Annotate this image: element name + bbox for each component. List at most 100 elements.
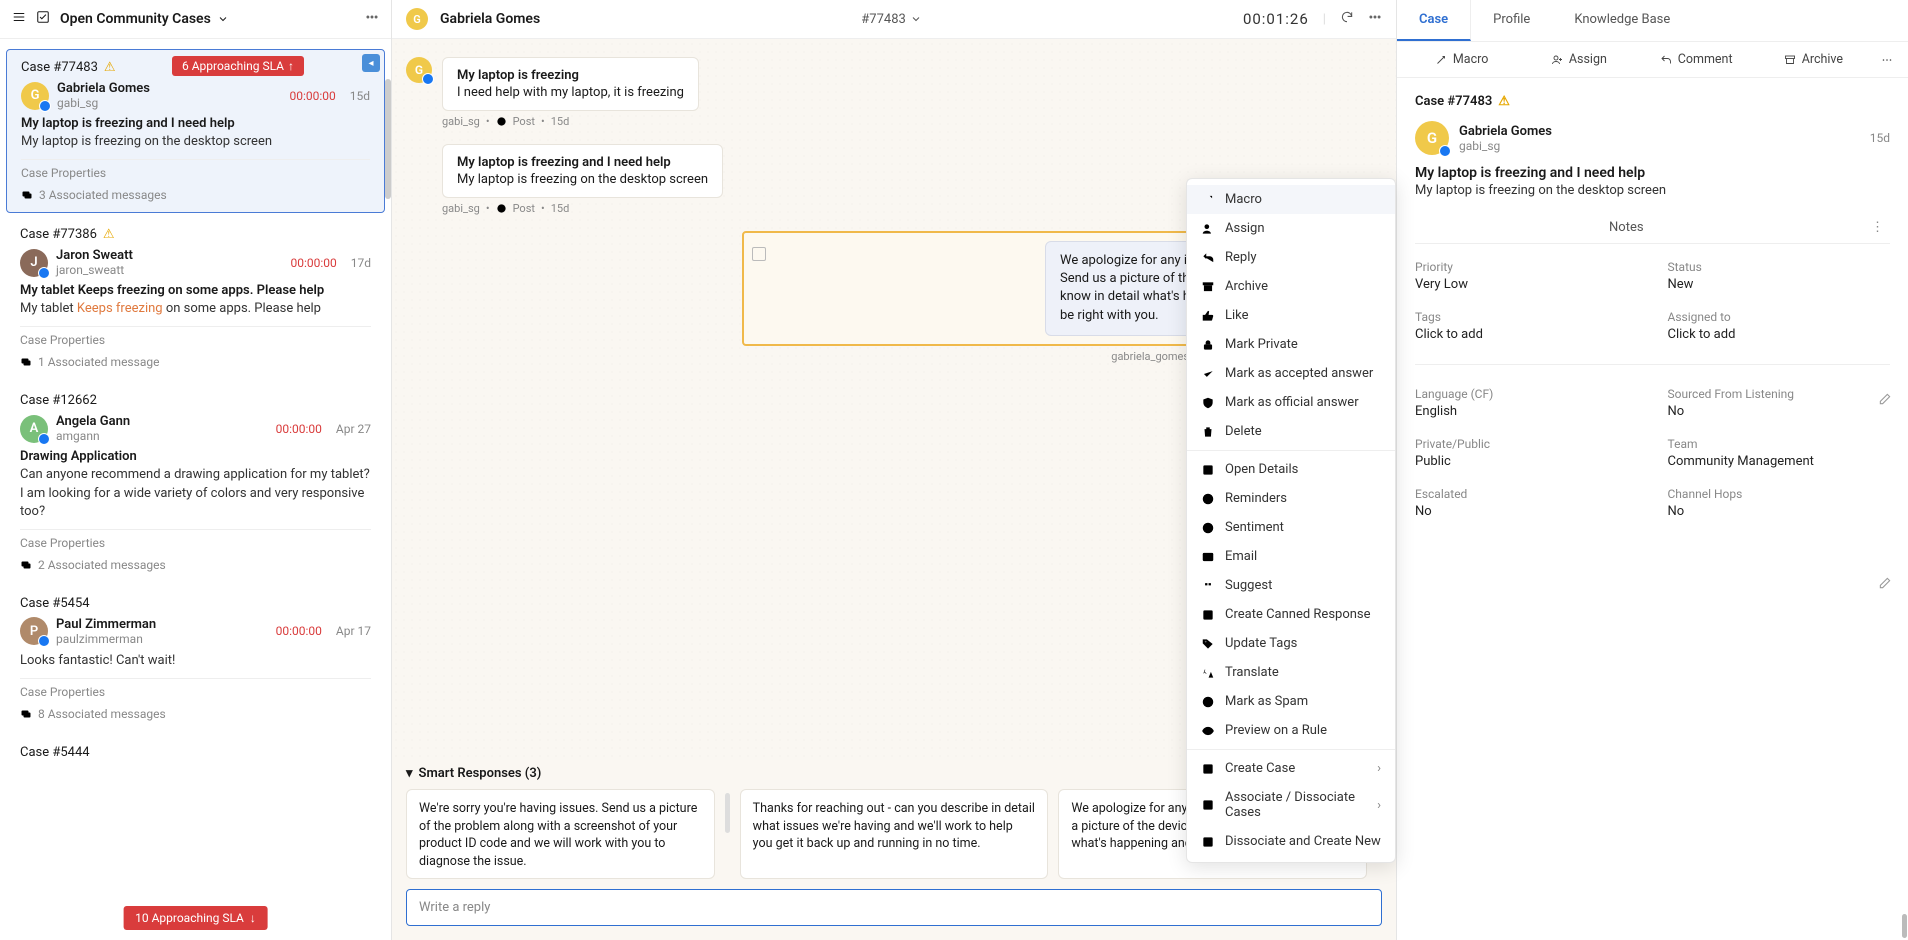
action-archive[interactable]: Archive — [1755, 42, 1872, 77]
case-list[interactable]: Case #77483 ⚠ 6 Approaching SLA ↑ ◂ G Ga… — [0, 39, 391, 940]
menu-item-email[interactable]: Email — [1187, 542, 1395, 571]
prop-assigned-to[interactable]: Assigned toClick to add — [1668, 310, 1891, 342]
note-icon — [1201, 608, 1215, 622]
case-id: Case #12662 — [20, 393, 97, 408]
post-bubble[interactable]: My laptop is freezing I need help with m… — [442, 57, 699, 111]
menu-item-translate[interactable]: Translate — [1187, 658, 1395, 687]
associated-messages[interactable]: 8 Associated messages — [20, 707, 371, 721]
collapse-icon[interactable]: ◂ — [362, 54, 380, 72]
tab-case[interactable]: Case — [1397, 0, 1471, 41]
tab-profile[interactable]: Profile — [1471, 0, 1552, 41]
trash-icon — [1201, 425, 1215, 439]
menu-item-suggest[interactable]: Suggest — [1187, 571, 1395, 600]
reply-input[interactable]: Write a reply — [406, 889, 1382, 926]
checkbox-icon[interactable] — [36, 10, 50, 28]
edit-icon[interactable] — [1878, 392, 1892, 410]
menu-item-associate-cases[interactable]: Associate / Dissociate Cases› — [1187, 783, 1395, 827]
more-icon[interactable] — [1368, 10, 1382, 28]
case-properties-label[interactable]: Case Properties — [20, 678, 371, 703]
menu-item-preview-rule[interactable]: Preview on a Rule — [1187, 716, 1395, 745]
reply-checkbox[interactable] — [752, 247, 766, 261]
case-id-dropdown[interactable]: #77483 — [861, 12, 922, 27]
menu-item-like[interactable]: Like — [1187, 301, 1395, 330]
avatar: G — [406, 57, 432, 83]
edit-icon[interactable] — [1878, 576, 1892, 594]
queue-title[interactable]: Open Community Cases — [60, 11, 355, 27]
prop-channel-hops[interactable]: Channel HopsNo — [1668, 487, 1891, 519]
case-properties-label[interactable]: Case Properties — [20, 326, 371, 351]
wand-icon — [1201, 193, 1215, 207]
smart-response-card[interactable]: Thanks for reaching out - can you descri… — [740, 789, 1049, 879]
menu-item-dissociate-new[interactable]: Dissociate and Create New — [1187, 827, 1395, 856]
case-title: My laptop is freezing and I need help — [21, 116, 370, 131]
scrollbar[interactable] — [385, 79, 391, 199]
sub-tabs-more-icon[interactable]: ⋮ — [1865, 214, 1890, 241]
tag-icon — [1201, 637, 1215, 651]
associated-messages[interactable]: 3 Associated messages — [21, 188, 370, 202]
scrollbar[interactable] — [725, 793, 730, 833]
case-title: Drawing Application — [20, 449, 371, 464]
case-body: Can anyone recommend a drawing applicati… — [20, 466, 371, 521]
associated-messages[interactable]: 2 Associated messages — [20, 558, 371, 572]
avatar: G — [21, 82, 49, 110]
arrow-down-icon: ↓ — [250, 911, 256, 925]
action-macro[interactable]: Macro — [1403, 42, 1520, 77]
more-icon — [1881, 54, 1893, 66]
tab-knowledge-base[interactable]: Knowledge Base — [1552, 0, 1692, 41]
warning-icon: ⚠ — [1498, 94, 1510, 109]
case-card[interactable]: Case #77386 ⚠ J Jaron Sweatt jaron_sweat… — [6, 217, 385, 379]
menu-item-open-details[interactable]: Open Details — [1187, 455, 1395, 484]
sla-badge[interactable]: 6 Approaching SLA ↑ — [172, 56, 304, 76]
sub-tab-notes[interactable]: Notes — [1595, 212, 1658, 243]
more-icon[interactable] — [365, 10, 379, 28]
smart-response-card[interactable]: We're sorry you're having issues. Send u… — [406, 789, 715, 879]
menu-item-create-case[interactable]: Create Case› — [1187, 754, 1395, 783]
prop-tags[interactable]: TagsClick to add — [1415, 310, 1638, 342]
menu-item-canned-response[interactable]: Create Canned Response — [1187, 600, 1395, 629]
prop-status[interactable]: StatusNew — [1668, 260, 1891, 292]
prop-private-public[interactable]: Private/PublicPublic — [1415, 437, 1638, 469]
menu-item-assign[interactable]: Assign — [1187, 214, 1395, 243]
menu-item-mark-spam[interactable]: Mark as Spam — [1187, 687, 1395, 716]
menu-item-reminders[interactable]: Reminders — [1187, 484, 1395, 513]
comment-icon — [1660, 54, 1672, 66]
case-card[interactable]: Case #5444 — [6, 735, 385, 776]
post-meta: gabi_sg • Post • 15d — [442, 202, 723, 215]
prop-language[interactable]: Language (CF)English — [1415, 387, 1638, 419]
refresh-icon[interactable] — [1340, 10, 1354, 28]
globe-icon — [496, 116, 507, 127]
menu-item-archive[interactable]: Archive — [1187, 272, 1395, 301]
hamburger-icon[interactable] — [12, 10, 26, 28]
link-icon — [1201, 798, 1215, 812]
case-properties-label[interactable]: Case Properties — [20, 529, 371, 554]
menu-item-accepted-answer[interactable]: Mark as accepted answer — [1187, 359, 1395, 388]
avatar: G — [1415, 121, 1449, 155]
prop-priority[interactable]: PriorityVery Low — [1415, 260, 1638, 292]
case-card[interactable]: Case #12662 A Angela Gann amgann 00:00:0… — [6, 383, 385, 582]
menu-item-mark-private[interactable]: Mark Private — [1187, 330, 1395, 359]
contact-name[interactable]: Gabriela Gomes — [440, 11, 540, 27]
menu-item-sentiment[interactable]: Sentiment — [1187, 513, 1395, 542]
action-assign[interactable]: Assign — [1520, 42, 1637, 77]
case-description: My laptop is freezing on the desktop scr… — [1415, 183, 1890, 198]
associated-messages[interactable]: 1 Associated message — [20, 355, 371, 369]
action-comment[interactable]: Comment — [1638, 42, 1755, 77]
menu-item-macro[interactable]: Macro — [1187, 185, 1395, 214]
case-card[interactable]: Case #5454 P Paul Zimmerman paulzimmerma… — [6, 586, 385, 731]
conversation-header: G Gabriela Gomes #77483 00:01:26 | — [392, 0, 1396, 39]
globe-icon — [496, 203, 507, 214]
case-card[interactable]: Case #77483 ⚠ 6 Approaching SLA ↑ ◂ G Ga… — [6, 49, 385, 213]
sla-badge-bottom[interactable]: 10 Approaching SLA ↓ — [123, 906, 268, 930]
menu-item-delete[interactable]: Delete — [1187, 417, 1395, 446]
prop-team[interactable]: TeamCommunity Management — [1668, 437, 1891, 469]
case-properties-label[interactable]: Case Properties — [21, 159, 370, 184]
prop-sourced-listening[interactable]: Sourced From ListeningNo — [1668, 387, 1891, 419]
menu-item-reply[interactable]: Reply — [1187, 243, 1395, 272]
quote-icon — [1201, 579, 1215, 593]
scrollbar[interactable] — [1902, 914, 1907, 938]
action-more[interactable] — [1872, 42, 1902, 77]
post-bubble[interactable]: My laptop is freezing and I need help My… — [442, 144, 723, 198]
menu-item-official-answer[interactable]: Mark as official answer — [1187, 388, 1395, 417]
prop-escalated[interactable]: EscalatedNo — [1415, 487, 1638, 519]
menu-item-update-tags[interactable]: Update Tags — [1187, 629, 1395, 658]
